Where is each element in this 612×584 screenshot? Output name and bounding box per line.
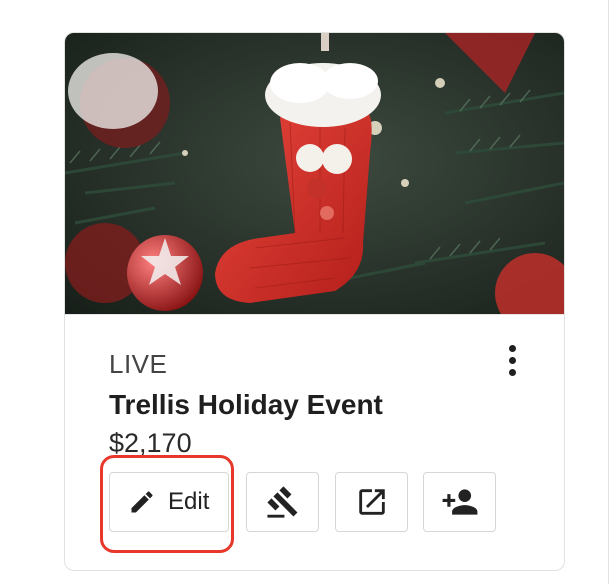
more-vertical-icon-dot bbox=[509, 357, 516, 364]
event-title[interactable]: Trellis Holiday Event bbox=[109, 388, 383, 422]
more-vertical-icon-dot bbox=[509, 369, 516, 376]
person-add-icon bbox=[442, 489, 477, 515]
open-in-new-button[interactable] bbox=[335, 472, 408, 532]
bid-button[interactable] bbox=[246, 472, 319, 532]
pencil-icon bbox=[131, 491, 153, 513]
add-person-button[interactable] bbox=[423, 472, 496, 532]
edit-button-label: Edit bbox=[168, 488, 210, 515]
event-image[interactable] bbox=[65, 33, 564, 315]
open-in-new-icon bbox=[358, 489, 385, 515]
status-label: LIVE bbox=[109, 349, 168, 379]
adjacent-card-edge bbox=[608, 0, 612, 584]
event-price: $2,170 bbox=[109, 428, 192, 458]
more-vertical-icon bbox=[509, 345, 516, 352]
gavel-icon bbox=[266, 486, 297, 518]
christmas-stocking-image bbox=[65, 33, 564, 314]
edit-button[interactable]: Edit bbox=[109, 472, 229, 532]
more-options-button[interactable] bbox=[499, 343, 527, 379]
event-card[interactable]: LIVE Trellis Holiday Event $2,170 Edit bbox=[64, 32, 565, 571]
